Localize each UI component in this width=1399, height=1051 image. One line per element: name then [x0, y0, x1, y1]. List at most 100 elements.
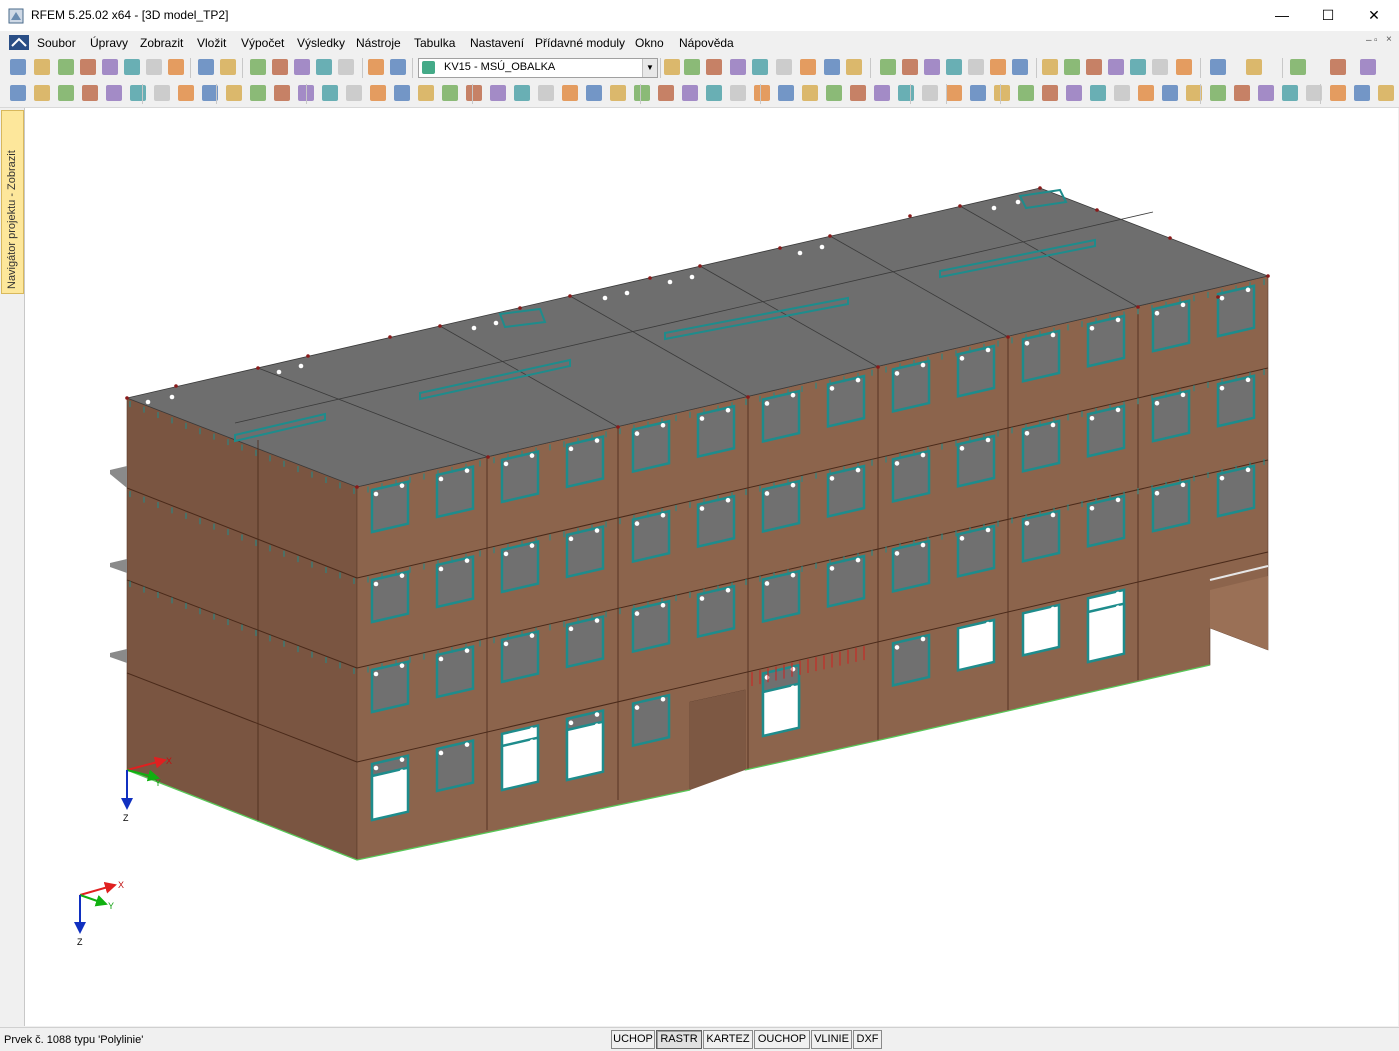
- toolbar-tool-icon[interactable]: [824, 59, 840, 75]
- toolbar-tool-icon[interactable]: [168, 59, 184, 75]
- snap-dxf-button[interactable]: DXF: [853, 1030, 882, 1049]
- menu-upravy[interactable]: Úpravy: [90, 36, 128, 50]
- toolbar-tool-icon[interactable]: [846, 59, 862, 75]
- toolbar-tool-icon[interactable]: [490, 85, 506, 101]
- toolbar-tool-icon[interactable]: [124, 59, 140, 75]
- snap-uchop-button[interactable]: UCHOP: [611, 1030, 655, 1049]
- menu-nastaveni[interactable]: Nastavení: [470, 36, 524, 50]
- toolbar-tool-icon[interactable]: [1012, 59, 1028, 75]
- menu-vysledky[interactable]: Výsledky: [297, 36, 345, 50]
- toolbar-tool-icon[interactable]: [1246, 59, 1262, 75]
- menu-zobrazit[interactable]: Zobrazit: [140, 36, 183, 50]
- toolbar-tool-icon[interactable]: [370, 85, 386, 101]
- toolbar-tool-icon[interactable]: [1114, 85, 1130, 101]
- toolbar-tool-icon[interactable]: [1064, 59, 1080, 75]
- snap-ouchop-button[interactable]: OUCHOP: [754, 1030, 810, 1049]
- close-button[interactable]: ✕: [1351, 0, 1397, 31]
- menu-napoveda[interactable]: Nápověda: [679, 36, 734, 50]
- toolbar-tool-icon[interactable]: [272, 59, 288, 75]
- toolbar-tool-icon[interactable]: [154, 85, 170, 101]
- toolbar-tool-icon[interactable]: [1234, 85, 1250, 101]
- toolbar-tool-icon[interactable]: [130, 85, 146, 101]
- toolbar-tool-icon[interactable]: [800, 59, 816, 75]
- toolbar-tool-icon[interactable]: [226, 85, 242, 101]
- document-icon[interactable]: [9, 35, 29, 50]
- building-model[interactable]: [110, 186, 1270, 861]
- toolbar-tool-icon[interactable]: [562, 85, 578, 101]
- toolbar-tool-icon[interactable]: [106, 85, 122, 101]
- toolbar-tool-icon[interactable]: [1138, 85, 1154, 101]
- toolbar-tool-icon[interactable]: [1282, 85, 1298, 101]
- toolbar-tool-icon[interactable]: [198, 59, 214, 75]
- toolbar-tool-icon[interactable]: [10, 59, 26, 75]
- toolbar-tool-icon[interactable]: [586, 85, 602, 101]
- toolbar-tool-icon[interactable]: [874, 85, 890, 101]
- toolbar-tool-icon[interactable]: [316, 59, 332, 75]
- toolbar-tool-icon[interactable]: [220, 59, 236, 75]
- toolbar-tool-icon[interactable]: [82, 85, 98, 101]
- toolbar-tool-icon[interactable]: [1210, 59, 1226, 75]
- menu-vlozit[interactable]: Vložit: [197, 36, 226, 50]
- toolbar-tool-icon[interactable]: [102, 59, 118, 75]
- toolbar-tool-icon[interactable]: [684, 59, 700, 75]
- toolbar-tool-icon[interactable]: [752, 59, 768, 75]
- toolbar-tool-icon[interactable]: [898, 85, 914, 101]
- toolbar-tool-icon[interactable]: [346, 85, 362, 101]
- toolbar-tool-icon[interactable]: [178, 85, 194, 101]
- toolbar-tool-icon[interactable]: [1086, 59, 1102, 75]
- menu-okno[interactable]: Okno: [635, 36, 664, 50]
- menu-tabulka[interactable]: Tabulka: [414, 36, 455, 50]
- toolbar-tool-icon[interactable]: [946, 85, 962, 101]
- toolbar-tool-icon[interactable]: [146, 59, 162, 75]
- mdi-minimize-icon[interactable]: ‒: [1366, 35, 1372, 46]
- toolbar-tool-icon[interactable]: [634, 85, 650, 101]
- toolbar-tool-icon[interactable]: [1108, 59, 1124, 75]
- toolbar-tool-icon[interactable]: [776, 59, 792, 75]
- toolbar-tool-icon[interactable]: [58, 59, 74, 75]
- toolbar-tool-icon[interactable]: [1290, 59, 1306, 75]
- toolbar-tool-icon[interactable]: [968, 59, 984, 75]
- toolbar-tool-icon[interactable]: [394, 85, 410, 101]
- toolbar-tool-icon[interactable]: [946, 59, 962, 75]
- toolbar-tool-icon[interactable]: [994, 85, 1010, 101]
- toolbar-tool-icon[interactable]: [10, 85, 26, 101]
- toolbar-tool-icon[interactable]: [1330, 59, 1346, 75]
- model-viewport[interactable]: X Y Z X Y Z: [25, 108, 1398, 1026]
- toolbar-tool-icon[interactable]: [826, 85, 842, 101]
- toolbar-tool-icon[interactable]: [1354, 85, 1370, 101]
- toolbar-tool-icon[interactable]: [970, 85, 986, 101]
- menu-pridavne-moduly[interactable]: Přídavné moduly: [535, 36, 625, 50]
- toolbar-tool-icon[interactable]: [778, 85, 794, 101]
- mdi-close-icon[interactable]: ×: [1386, 34, 1392, 45]
- toolbar-tool-icon[interactable]: [1018, 85, 1034, 101]
- menu-soubor[interactable]: Soubor: [37, 36, 76, 50]
- toolbar-tool-icon[interactable]: [682, 85, 698, 101]
- toolbar-tool-icon[interactable]: [922, 85, 938, 101]
- toolbar-tool-icon[interactable]: [368, 59, 384, 75]
- snap-rastr-button[interactable]: RASTR: [656, 1030, 702, 1049]
- toolbar-tool-icon[interactable]: [1066, 85, 1082, 101]
- chevron-down-icon[interactable]: ▼: [642, 59, 657, 77]
- menu-vypocet[interactable]: Výpočet: [241, 36, 284, 50]
- toolbar-tool-icon[interactable]: [538, 85, 554, 101]
- project-navigator-tab[interactable]: Navigátor projektu - Zobrazit: [1, 110, 24, 294]
- toolbar-tool-icon[interactable]: [1330, 85, 1346, 101]
- toolbar-tool-icon[interactable]: [58, 85, 74, 101]
- toolbar-tool-icon[interactable]: [250, 85, 266, 101]
- maximize-button[interactable]: ☐: [1305, 0, 1351, 31]
- toolbar-tool-icon[interactable]: [80, 59, 96, 75]
- toolbar-tool-icon[interactable]: [294, 59, 310, 75]
- model-canvas[interactable]: X Y Z X Y Z: [25, 108, 1398, 1026]
- toolbar-tool-icon[interactable]: [1090, 85, 1106, 101]
- menu-nastroje[interactable]: Nástroje: [356, 36, 401, 50]
- toolbar-tool-icon[interactable]: [754, 85, 770, 101]
- toolbar-tool-icon[interactable]: [34, 59, 50, 75]
- toolbar-tool-icon[interactable]: [390, 59, 406, 75]
- toolbar-tool-icon[interactable]: [442, 85, 458, 101]
- toolbar-tool-icon[interactable]: [250, 59, 266, 75]
- toolbar-tool-icon[interactable]: [1162, 85, 1178, 101]
- toolbar-tool-icon[interactable]: [880, 59, 896, 75]
- toolbar-tool-icon[interactable]: [730, 59, 746, 75]
- toolbar-tool-icon[interactable]: [466, 85, 482, 101]
- toolbar-tool-icon[interactable]: [730, 85, 746, 101]
